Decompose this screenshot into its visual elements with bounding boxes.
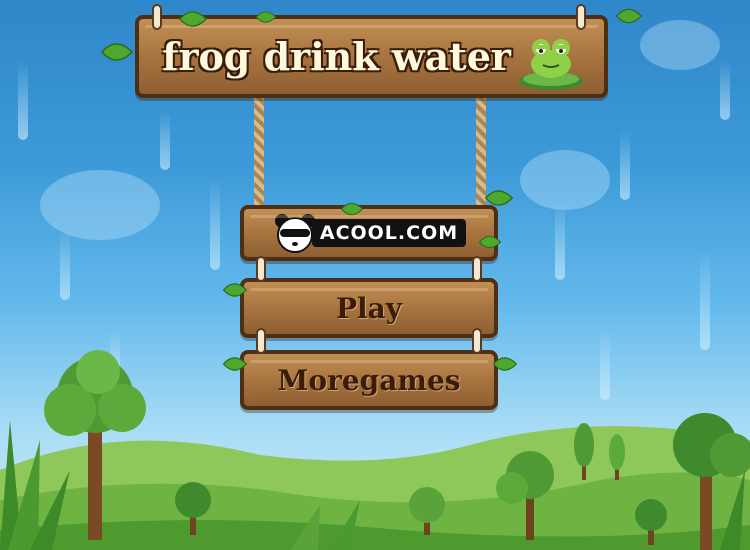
- sponsor-label: ACOOL.COM: [319, 222, 459, 244]
- vine-leaf-icon: [255, 11, 277, 23]
- moregames-label: Moregames: [277, 363, 461, 397]
- vine-leaf-icon: [340, 202, 364, 216]
- board-peg: [472, 256, 482, 282]
- sponsor-plate: ACOOL.COM: [311, 219, 467, 247]
- board-peg: [576, 4, 586, 30]
- sponsor-logo-button[interactable]: ACOOL.COM: [240, 205, 498, 261]
- rope-left: [254, 95, 264, 215]
- game-scene: frog drink water ACOOL.COM Play Moregame…: [0, 0, 750, 550]
- vine-leaf-icon: [222, 357, 248, 371]
- vine-leaf-icon: [615, 8, 643, 24]
- vine-leaf-icon: [101, 43, 134, 61]
- board-peg: [256, 256, 266, 282]
- game-title: frog drink water: [162, 34, 511, 79]
- play-label: Play: [335, 291, 403, 325]
- play-button[interactable]: Play: [240, 278, 498, 338]
- sponsor-logo: ACOOL.COM: [272, 214, 467, 253]
- vine-leaf-icon: [478, 235, 502, 249]
- moregames-button[interactable]: Moregames: [240, 350, 498, 410]
- vine-leaf-icon: [484, 190, 514, 206]
- panda-icon: [274, 214, 315, 253]
- board-peg: [472, 328, 482, 354]
- vine-leaf-icon: [222, 283, 248, 297]
- vine-leaf-icon: [178, 11, 208, 27]
- board-peg: [256, 328, 266, 354]
- frog-on-lilypad-icon: [519, 39, 583, 90]
- board-peg: [152, 4, 162, 30]
- vine-leaf-icon: [492, 357, 518, 371]
